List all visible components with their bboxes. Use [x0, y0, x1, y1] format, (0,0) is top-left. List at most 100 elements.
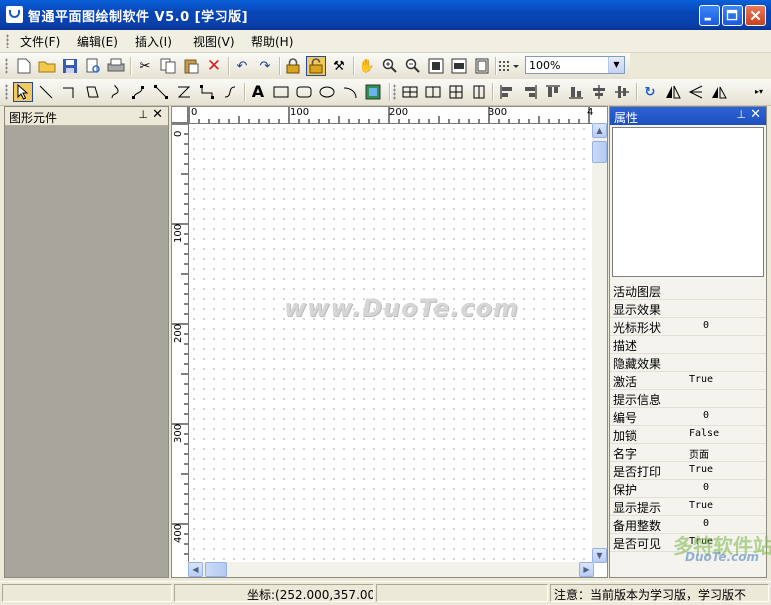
property-row[interactable]: 描述	[610, 336, 766, 354]
scroll-right-icon[interactable]: ▶	[579, 562, 594, 577]
group-icon[interactable]	[400, 82, 420, 102]
line-tool-icon[interactable]	[36, 82, 56, 102]
maximize-button[interactable]	[722, 5, 743, 26]
undo-icon[interactable]: ↶	[232, 56, 252, 76]
new-file-icon[interactable]	[14, 56, 34, 76]
mirror-icon[interactable]	[709, 82, 729, 102]
close-button[interactable]	[745, 5, 766, 26]
app-logo-icon[interactable]	[6, 6, 23, 23]
property-row[interactable]: 名字 页面	[610, 444, 766, 462]
ungroup-icon[interactable]	[423, 82, 443, 102]
property-value[interactable]: False	[689, 428, 719, 439]
horizontal-scrollbar[interactable]: ◀ ▶	[188, 562, 594, 577]
z-connector-tool-icon[interactable]	[174, 82, 194, 102]
minimize-button[interactable]	[699, 5, 720, 26]
property-row[interactable]: 加锁 False	[610, 426, 766, 444]
cut-icon[interactable]: ✂	[135, 56, 155, 76]
close-icon[interactable]: ✕	[152, 107, 163, 122]
redo-icon[interactable]: ↷	[255, 56, 275, 76]
property-value[interactable]: 0	[703, 482, 709, 493]
menu-edit[interactable]: 编辑(E)	[77, 33, 118, 50]
bezier-tool-icon[interactable]	[128, 82, 148, 102]
align-top-icon[interactable]	[543, 82, 563, 102]
pan-hand-icon[interactable]: ✋	[357, 56, 377, 76]
ellipse-tool-icon[interactable]	[317, 82, 337, 102]
delete-icon[interactable]: ✕	[204, 56, 224, 76]
chevron-down-icon[interactable]: ▼	[608, 57, 624, 73]
menu-view[interactable]: 视图(V)	[193, 33, 235, 50]
fit-page-icon[interactable]	[426, 56, 446, 76]
close-icon[interactable]: ✕	[750, 107, 761, 122]
menu-help[interactable]: 帮助(H)	[251, 33, 293, 50]
fit-width-icon[interactable]	[449, 56, 469, 76]
elbow-connector-tool-icon[interactable]	[197, 82, 217, 102]
align-left-icon[interactable]	[497, 82, 517, 102]
actual-size-icon[interactable]	[472, 56, 492, 76]
property-row[interactable]: 编号 0	[610, 408, 766, 426]
property-value[interactable]: True	[689, 374, 713, 385]
save-icon[interactable]	[60, 56, 80, 76]
print-preview-icon[interactable]	[83, 56, 103, 76]
flip-horizontal-icon[interactable]	[663, 82, 683, 102]
image-tool-icon[interactable]	[363, 82, 383, 102]
scroll-down-icon[interactable]: ▼	[592, 548, 607, 563]
property-row[interactable]: 显示效果	[610, 300, 766, 318]
title-bar[interactable]: 智通平面图绘制软件 V5.0 [学习版]	[0, 0, 771, 30]
scroll-up-icon[interactable]: ▲	[592, 123, 607, 138]
flip-vertical-icon[interactable]	[686, 82, 706, 102]
property-row[interactable]: 激活 True	[610, 372, 766, 390]
menu-file[interactable]: 文件(F)	[20, 33, 60, 50]
property-value[interactable]: True	[689, 464, 713, 475]
toolbar-overflow-icon[interactable]: ▸▾	[752, 82, 766, 102]
menubar-grip[interactable]	[6, 34, 9, 48]
rounded-rect-tool-icon[interactable]	[294, 82, 314, 102]
align-right-icon[interactable]	[520, 82, 540, 102]
zoom-select[interactable]: 100% ▼	[525, 56, 625, 74]
property-value[interactable]: 0	[703, 410, 709, 421]
menu-insert[interactable]: 插入(I)	[135, 33, 172, 50]
unlock-icon[interactable]	[306, 56, 326, 76]
toolbar-grip[interactable]	[5, 84, 8, 100]
align-center-v-icon[interactable]	[612, 82, 632, 102]
send-back-icon[interactable]	[469, 82, 489, 102]
curve-connector-tool-icon[interactable]	[220, 82, 240, 102]
toolbar-grip[interactable]	[5, 58, 8, 74]
lock-icon[interactable]	[283, 56, 303, 76]
horizontal-scroll-thumb[interactable]	[205, 562, 227, 577]
property-row[interactable]: 活动图层	[610, 282, 766, 300]
connector-tool-icon[interactable]	[151, 82, 171, 102]
print-icon[interactable]	[106, 56, 126, 76]
text-tool-icon[interactable]: A	[248, 82, 268, 102]
polyline-tool-icon[interactable]	[59, 82, 79, 102]
copy-icon[interactable]	[158, 56, 178, 76]
vertical-scrollbar[interactable]: ▲ ▼	[592, 123, 607, 563]
scroll-left-icon[interactable]: ◀	[188, 562, 203, 577]
polygon-tool-icon[interactable]	[82, 82, 102, 102]
bring-front-icon[interactable]	[446, 82, 466, 102]
property-row[interactable]: 提示信息	[610, 390, 766, 408]
align-bottom-icon[interactable]	[566, 82, 586, 102]
curve-tool-icon[interactable]	[105, 82, 125, 102]
rectangle-tool-icon[interactable]	[271, 82, 291, 102]
grid-toggle-icon[interactable]	[497, 56, 521, 76]
paste-icon[interactable]	[181, 56, 201, 76]
property-row[interactable]: 是否打印 True	[610, 462, 766, 480]
drawing-area[interactable]: www.DuoTe.com	[189, 124, 594, 563]
rotate-icon[interactable]: ↻	[640, 82, 660, 102]
property-value[interactable]: 页面	[689, 446, 709, 461]
pin-icon[interactable]: ⊥	[138, 108, 148, 121]
select-pointer-icon[interactable]	[13, 82, 33, 102]
property-value[interactable]: True	[689, 500, 713, 511]
toolbar-grip[interactable]	[393, 84, 396, 100]
zoom-out-icon[interactable]	[403, 56, 423, 76]
property-row[interactable]: 显示提示 True	[610, 498, 766, 516]
property-value[interactable]: 0	[703, 320, 709, 331]
property-row[interactable]: 保护 0	[610, 480, 766, 498]
zoom-in-icon[interactable]	[380, 56, 400, 76]
property-row[interactable]: 光标形状 0	[610, 318, 766, 336]
tools-icon[interactable]: ⚒	[329, 56, 349, 76]
property-row[interactable]: 隐藏效果	[610, 354, 766, 372]
arc-tool-icon[interactable]	[340, 82, 360, 102]
align-center-h-icon[interactable]	[589, 82, 609, 102]
open-folder-icon[interactable]	[37, 56, 57, 76]
